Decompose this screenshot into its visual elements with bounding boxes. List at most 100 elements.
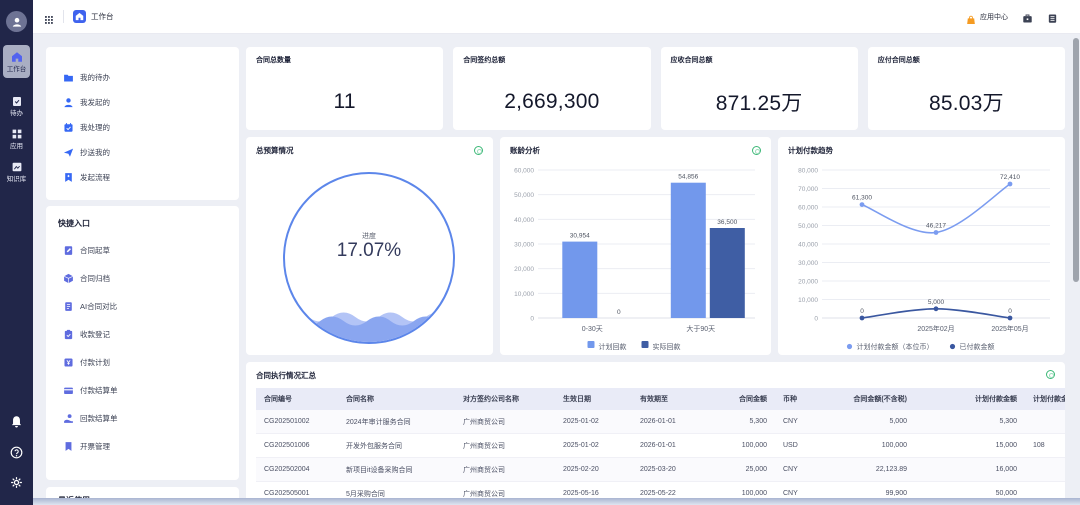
quick-entry-payment-plan[interactable]: 付款计划 <box>46 348 239 376</box>
yen-square-icon <box>63 357 74 368</box>
horizontal-scrollbar[interactable] <box>33 498 1080 505</box>
column-header[interactable]: 合同名称 <box>338 388 455 410</box>
contract-summary-title: 合同执行情况汇总 <box>256 370 316 381</box>
contract-table-wrap: 合同编号合同名称对方签约公司名称生效日期有效期至合同金额币种合同金额(不含税)计… <box>256 388 1065 505</box>
apps-grid-icon[interactable] <box>44 12 54 22</box>
rail-item-workbench[interactable]: 工作台 <box>3 45 30 78</box>
column-header[interactable]: 合同金额(不含税) <box>830 388 915 410</box>
table-cell: 5,300 <box>915 410 1025 434</box>
rail-item-knowledge[interactable]: 知识库 <box>3 161 30 183</box>
legend-item[interactable]: 已付款金额 <box>950 342 995 351</box>
quick-entry-contract-draft[interactable]: 合同起草 <box>46 236 239 264</box>
column-header[interactable]: 有效期至 <box>632 388 709 410</box>
apps-icon <box>11 128 23 140</box>
sidebar-item-cc-to-me[interactable]: 抄送我的 <box>46 140 239 165</box>
card-action-icon[interactable] <box>752 146 761 155</box>
quick-entry-panel: 快捷入口 合同起草合同归档AI合同对比收款登记付款计划付款结算单回款结算单开票管… <box>46 206 239 480</box>
doc-pencil-icon <box>63 245 74 256</box>
stats-row: 合同总数量 11 合同签约总额 2,669,300 应收合同总额 871.25万… <box>246 47 1065 130</box>
column-header[interactable]: 计划付款金额（本位 <box>1025 388 1065 410</box>
budget-gauge-card: 总预算情况 进度 17.07% <box>246 137 493 355</box>
svg-text:2025年05月: 2025年05月 <box>991 324 1028 333</box>
table-cell: 广州商贸公司 <box>455 458 555 482</box>
quick-entry-invoice-management[interactable]: 开票管理 <box>46 432 239 460</box>
quick-entry-ai-contract-compare[interactable]: AI合同对比 <box>46 292 239 320</box>
bar-chart-svg: 010,00020,00030,00040,00050,00060,00030,… <box>500 163 771 355</box>
table-row[interactable]: CG202502004新项目it设备采购合同广州商贸公司2025-02-2020… <box>256 458 1065 482</box>
top-bar-right: 应用中心 <box>966 11 1080 22</box>
svg-text:36,500: 36,500 <box>717 219 737 226</box>
table-row[interactable]: CG2025010022024年审计服务合同广州商贸公司2025-01-0220… <box>256 410 1065 434</box>
table-cell: 25,000 <box>709 458 775 482</box>
svg-text:46,217: 46,217 <box>926 223 946 230</box>
svg-text:0: 0 <box>860 308 864 315</box>
aging-analysis-title: 账龄分析 <box>510 145 540 156</box>
table-cell: 2025-01-02 <box>555 410 632 434</box>
stat-card-payable-total: 应付合同总额 85.03万 <box>868 47 1065 130</box>
payment-trend-line-chart: 010,00020,00030,00040,00050,00060,00070,… <box>778 163 1065 360</box>
gauge-value: 17.07% <box>285 240 453 262</box>
column-header[interactable]: 生效日期 <box>555 388 632 410</box>
briefcase-icon[interactable] <box>1022 11 1033 22</box>
svg-text:30,000: 30,000 <box>798 260 818 267</box>
legend-item[interactable]: 计划付款金额（本位币） <box>847 342 934 351</box>
notes-icon[interactable] <box>1047 11 1058 22</box>
tab-workbench[interactable]: 工作台 <box>73 10 114 23</box>
quick-entry-collection-settlement[interactable]: 回款结算单 <box>46 404 239 432</box>
svg-text:0: 0 <box>617 309 621 316</box>
help-icon[interactable] <box>10 446 23 459</box>
svg-text:61,300: 61,300 <box>852 195 872 202</box>
svg-text:计划回款: 计划回款 <box>599 342 627 351</box>
column-header[interactable]: 计划付款金额 <box>915 388 1025 410</box>
sidebar-item-start-process[interactable]: 发起流程 <box>46 165 239 190</box>
card-action-icon[interactable] <box>474 146 483 155</box>
vertical-scrollbar-thumb[interactable] <box>1073 38 1079 282</box>
table-cell: CG202501002 <box>256 410 338 434</box>
payment-trend-title: 计划付款趋势 <box>788 145 833 156</box>
column-header[interactable]: 币种 <box>775 388 830 410</box>
column-header[interactable]: 合同金额 <box>709 388 775 410</box>
card-action-icon[interactable] <box>1046 370 1055 379</box>
liquid-gauge: 进度 17.07% <box>283 172 455 344</box>
quick-entry-title: 快捷入口 <box>58 218 90 229</box>
svg-text:80,000: 80,000 <box>798 168 818 175</box>
quick-entry-payment-settlement[interactable]: 付款结算单 <box>46 376 239 404</box>
stat-card-receivable-total: 应收合同总额 871.25万 <box>661 47 858 130</box>
sidebar-item-my-processed[interactable]: 我处理的 <box>46 115 239 140</box>
rail-item-apps[interactable]: 应用 <box>3 128 30 150</box>
table-header-row: 合同编号合同名称对方签约公司名称生效日期有效期至合同金额币种合同金额(不含税)计… <box>256 388 1065 410</box>
table-cell: 2024年审计服务合同 <box>338 410 455 434</box>
svg-text:0: 0 <box>1008 308 1012 315</box>
bell-icon[interactable] <box>10 415 23 428</box>
column-header[interactable]: 对方签约公司名称 <box>455 388 555 410</box>
gear-icon[interactable] <box>10 476 23 489</box>
left-rail: 工作台 待办 应用 知识库 <box>0 0 33 505</box>
table-cell: 108 <box>1025 434 1065 458</box>
sidebar-item-my-initiated[interactable]: 我发起的 <box>46 90 239 115</box>
sidebar-item-my-todo[interactable]: 我的待办 <box>46 65 239 90</box>
svg-text:54,856: 54,856 <box>678 174 698 181</box>
wave-graphic <box>285 303 453 343</box>
app-center-button[interactable]: 应用中心 <box>966 12 1008 22</box>
column-header[interactable]: 合同编号 <box>256 388 338 410</box>
quick-entry-receipt-register[interactable]: 收款登记 <box>46 320 239 348</box>
svg-text:40,000: 40,000 <box>514 217 534 224</box>
legend-item[interactable]: 计划回款 <box>588 341 627 351</box>
stat-card-contract-signed-total: 合同签约总额 2,669,300 <box>453 47 650 130</box>
table-cell: 15,000 <box>915 434 1025 458</box>
payment-trend-card: 计划付款趋势 010,00020,00030,00040,00050,00060… <box>778 137 1065 355</box>
home-icon <box>11 51 23 63</box>
svg-text:5,000: 5,000 <box>928 299 945 306</box>
user-avatar[interactable] <box>6 11 27 32</box>
svg-text:大于90天: 大于90天 <box>686 324 715 333</box>
bookmark-icon <box>63 441 74 452</box>
cube-icon <box>63 273 74 284</box>
legend-item[interactable]: 实际回款 <box>642 341 681 351</box>
quick-entry-contract-archive[interactable]: 合同归档 <box>46 264 239 292</box>
svg-text:0: 0 <box>814 316 818 323</box>
table-row[interactable]: CG202501006开发外包服务合同广州商贸公司2025-01-022026-… <box>256 434 1065 458</box>
table-cell: 5,000 <box>830 410 915 434</box>
rail-item-todo[interactable]: 待办 <box>3 95 30 117</box>
svg-text:40,000: 40,000 <box>798 242 818 249</box>
table-cell: CG202502004 <box>256 458 338 482</box>
